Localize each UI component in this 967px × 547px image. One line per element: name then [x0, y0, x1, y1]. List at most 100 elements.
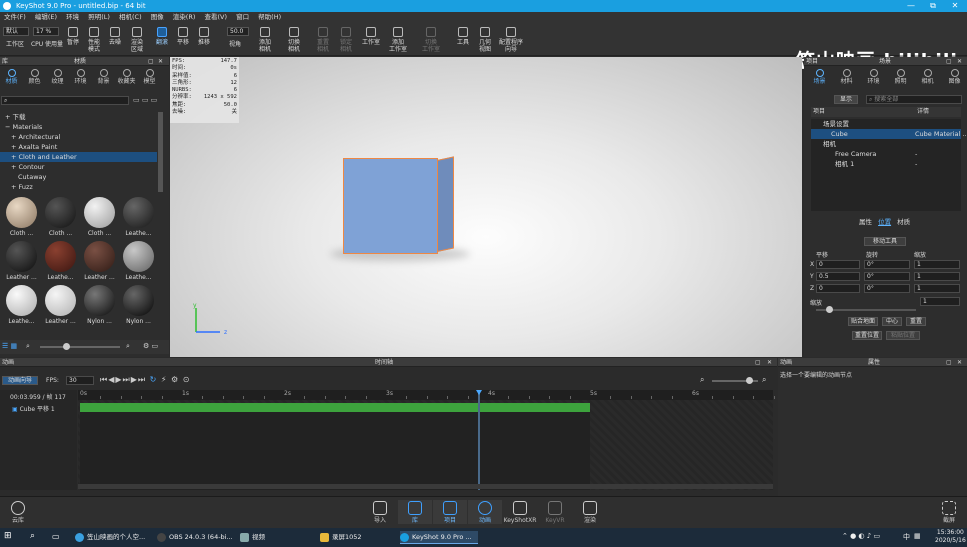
cloud-library-button[interactable]: 云库	[1, 500, 35, 524]
menu-camera[interactable]: 相机(C)	[119, 13, 142, 21]
playback-controls[interactable]: ⏮◀▶⏭▶⏭ ↻ ⚡ ⚙ ⊙	[100, 375, 190, 385]
menu-view[interactable]: 查看(V)	[204, 13, 227, 21]
tree-camera-1[interactable]: 相机 1-	[811, 159, 961, 169]
tab-environment[interactable]: 环境	[860, 68, 887, 85]
tree-item-materials[interactable]: − Materials	[0, 122, 157, 132]
tree-cube[interactable]: Cube Cube Material ...	[811, 129, 967, 139]
menu-image[interactable]: 图像	[151, 13, 164, 21]
render-region-button[interactable]: 渲染 区域	[127, 25, 147, 55]
material-thumb[interactable]: Cloth ...	[2, 197, 41, 237]
folder-icons[interactable]: ▭ ▭ ▭	[133, 96, 157, 104]
keyvr-button[interactable]: KeyVR	[538, 500, 572, 524]
tab-lighting[interactable]: 照明	[887, 68, 914, 85]
taskbar-app-folder[interactable]: 录屏1052	[320, 531, 398, 544]
translate-z-input[interactable]: 0	[816, 284, 860, 293]
taskbar-app-keyshot[interactable]: KeyShot 9.0 Pro ...	[400, 531, 478, 544]
material-thumb[interactable]: Leather ...	[41, 285, 80, 325]
scale-y-input[interactable]: 1	[914, 272, 960, 281]
reset-position-button[interactable]: 重置位置	[852, 331, 882, 340]
menu-help[interactable]: 帮助(H)	[258, 13, 281, 21]
center-button[interactable]: 中心	[882, 317, 902, 326]
material-thumb[interactable]: Leathe...	[2, 285, 41, 325]
tab-environments[interactable]: 环境	[69, 68, 92, 85]
menu-environment[interactable]: 环境	[66, 13, 79, 21]
perf-mode-button[interactable]: 性能 模式	[85, 25, 103, 55]
scene-search-input[interactable]: ⌕ 搜索全部	[866, 95, 962, 104]
settings-icon[interactable]: ⚙ ▭	[143, 342, 158, 350]
scale-x-input[interactable]: 1	[914, 260, 960, 269]
tools-button[interactable]: 工具	[454, 25, 472, 55]
tab-textures[interactable]: 纹理	[46, 68, 69, 85]
windows-start-icon[interactable]: ⊞	[4, 531, 12, 541]
clock[interactable]: 15:36:00 2020/5/16	[935, 529, 966, 545]
track-cube-translate[interactable]: ▣ Cube 平移 1	[12, 404, 55, 413]
taskbar-app-browser[interactable]: 笠山映画的个人空...	[75, 531, 153, 544]
animation-button[interactable]: 动画	[468, 500, 502, 524]
material-thumb[interactable]: Cloth ...	[80, 197, 119, 237]
tab-colors[interactable]: 颜色	[23, 68, 46, 85]
uniform-scale-handle[interactable]	[826, 306, 833, 313]
restore-button[interactable]: ⧉	[922, 0, 944, 12]
show-button[interactable]: 显示	[834, 95, 858, 104]
config-wizard-button[interactable]: 配置程序 向导	[497, 25, 525, 55]
tree-item-axalta[interactable]: + Axalta Paint	[0, 142, 157, 152]
material-thumb[interactable]: Cloth ...	[41, 197, 80, 237]
reset-button[interactable]: 重置	[906, 317, 926, 326]
rotate-x-input[interactable]: 0°	[864, 260, 910, 269]
tree-cameras[interactable]: 相机	[811, 139, 961, 149]
snap-ground-button[interactable]: 贴合地面	[848, 317, 878, 326]
material-thumb[interactable]: Nylon ...	[80, 285, 119, 325]
switch-studio-button[interactable]: 切换 工作室	[419, 25, 443, 55]
geometry-view-button[interactable]: 几何 视图	[475, 25, 495, 55]
subtab-properties[interactable]: 属性	[859, 218, 872, 226]
minimize-button[interactable]: —	[900, 0, 922, 12]
material-thumb[interactable]: Leathe...	[119, 197, 158, 237]
add-camera-button[interactable]: 添加 相机	[255, 25, 275, 55]
tree-scrollbar[interactable]	[158, 112, 163, 192]
tree-item-contour[interactable]: + Contour	[0, 162, 157, 172]
zoom-in-icon[interactable]: ⌕	[126, 342, 130, 351]
zoom-out-icon[interactable]: ⌕	[26, 342, 30, 351]
menu-edit[interactable]: 编辑(E)	[35, 13, 57, 21]
reset-camera-button[interactable]: 重置 相机	[313, 25, 333, 55]
move-tool-button[interactable]: 移动工具	[864, 237, 906, 246]
menu-file[interactable]: 文件(F)	[4, 13, 26, 21]
animation-clip-bar[interactable]	[80, 403, 590, 412]
translate-x-input[interactable]: 0	[816, 260, 860, 269]
pan-button[interactable]: 平移	[174, 25, 192, 55]
material-thumb[interactable]: Nylon ...	[119, 285, 158, 325]
timeline-zoom-out-icon[interactable]: ⌕	[700, 375, 704, 385]
project-button[interactable]: 项目	[433, 500, 467, 524]
scale-z-input[interactable]: 1	[914, 284, 960, 293]
tray-icons[interactable]: ⌃ ● ◐ ♪ ▭	[842, 532, 880, 540]
close-button[interactable]: ✕	[944, 0, 966, 12]
panel-close-icon[interactable]: ✕	[957, 358, 962, 367]
timeline-track-area[interactable]: 0s 1s 2s 3s 4s 5s 6s	[78, 390, 775, 490]
zoom-select[interactable]: 17 %	[33, 27, 59, 36]
menu-lighting[interactable]: 照明(L)	[88, 13, 110, 21]
taskbar-app-obs[interactable]: OBS 24.0.3 (64-bi...	[157, 531, 235, 544]
undock-icon[interactable]: ▢	[148, 57, 154, 66]
panel-close-icon[interactable]: ✕	[158, 57, 163, 66]
task-view-icon[interactable]: ▭	[52, 532, 60, 541]
tab-camera[interactable]: 相机	[914, 68, 941, 85]
timeline-zoom-handle[interactable]	[746, 377, 753, 384]
panel-close-icon[interactable]: ✕	[767, 358, 772, 367]
material-thumb[interactable]: Leather ...	[80, 241, 119, 281]
timeline-scrollbar[interactable]	[78, 484, 773, 489]
undock-icon[interactable]: ▢	[755, 358, 761, 367]
taskbar-app-video[interactable]: 视频	[240, 531, 318, 544]
add-studio-button[interactable]: 添加 工作室	[386, 25, 410, 55]
tree-item-fuzz[interactable]: + Fuzz	[0, 182, 157, 192]
library-button[interactable]: 库	[398, 500, 432, 524]
subtab-material[interactable]: 材质	[897, 218, 910, 226]
tab-scene[interactable]: 场景	[806, 68, 833, 85]
keyshotxr-button[interactable]: KeyShotXR	[503, 500, 537, 524]
denoise-button[interactable]: 去噪	[106, 25, 124, 55]
cube-model[interactable]	[343, 158, 438, 254]
tab-materials[interactable]: 材质	[0, 68, 23, 85]
lock-camera-button[interactable]: 锁定 相机	[336, 25, 356, 55]
tree-scene-settings[interactable]: 场景设置	[811, 119, 961, 129]
switch-camera-button[interactable]: 切换 相机	[284, 25, 304, 55]
import-button[interactable]: 导入	[363, 500, 397, 524]
